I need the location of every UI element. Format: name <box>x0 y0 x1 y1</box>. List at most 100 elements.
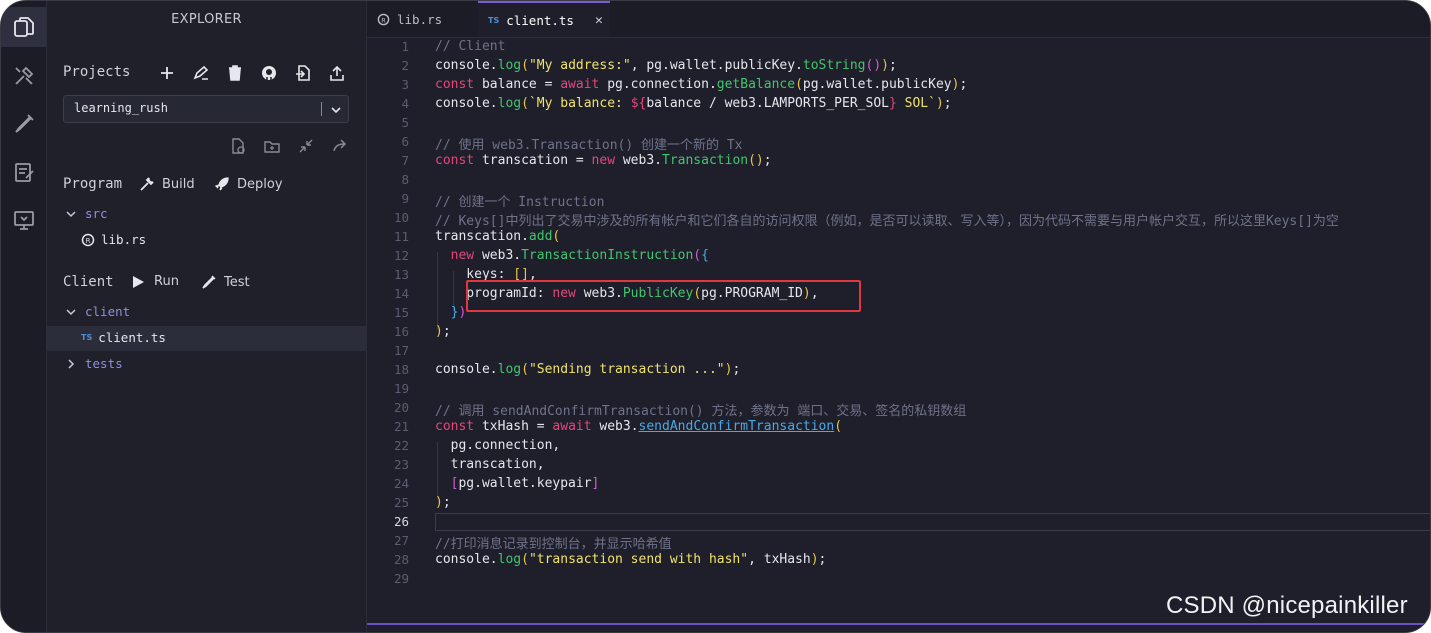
code-token: web3. <box>591 419 639 434</box>
code-token: ; <box>442 495 451 510</box>
code-token: ; <box>888 58 897 73</box>
presentation-icon[interactable] <box>1 200 46 240</box>
line-number: 2 <box>401 58 409 73</box>
code-line: ); <box>435 495 451 510</box>
code-token: ) <box>435 495 443 510</box>
line-number: 15 <box>393 305 409 320</box>
test-tube-icon <box>202 275 216 289</box>
chevron-down-icon[interactable] <box>330 104 342 116</box>
build-button[interactable]: Build <box>139 176 195 192</box>
code-token: ) <box>935 96 944 111</box>
run-button[interactable]: Run <box>131 274 179 289</box>
code-editor[interactable]: 1 2 3 4 5 6 7 8 9 10 11 12 13 14 15 16 17 18 19 20 21 22 23 24 2… <box>367 38 1430 623</box>
code-token: toString <box>802 58 866 73</box>
delete-project-icon[interactable] <box>226 64 244 82</box>
code-token: const <box>435 77 475 92</box>
line-number: 29 <box>393 571 409 586</box>
code-token: txHash = <box>474 419 553 434</box>
tutorials-icon[interactable] <box>1 152 46 192</box>
test-button[interactable]: Test <box>201 274 250 290</box>
code-line: // 调用 sendAndConfirmTransaction() 方法，参数为… <box>435 400 966 419</box>
code-token: //打印消息记录到控制台，并显示哈希值 <box>435 537 672 552</box>
close-icon[interactable]: ✕ <box>595 13 603 28</box>
line-number: 7 <box>401 153 409 168</box>
explorer-files-icon[interactable] <box>1 7 46 47</box>
line-number: 16 <box>393 324 409 339</box>
code-line: //打印消息记录到控制台，并显示哈希值 <box>435 533 672 552</box>
code-token: console. <box>435 362 498 377</box>
code-token: add <box>528 229 553 244</box>
code-token: ( <box>834 419 843 434</box>
program-label: Program <box>63 176 123 192</box>
code-token: ) <box>881 58 889 73</box>
project-select[interactable]: learning_rush <box>63 95 349 123</box>
build-tools-icon[interactable] <box>1 56 46 96</box>
tab-lib-rs-label: lib.rs <box>397 11 443 27</box>
code-token: new <box>591 153 616 168</box>
code-token: // 使用 web3.Transaction() 创建一个新的 Tx <box>435 138 743 153</box>
run-label: Run <box>154 274 179 289</box>
tree-file-client-ts-label: client.ts <box>98 330 166 345</box>
import-icon[interactable] <box>294 64 312 82</box>
tab-lib-rs[interactable]: R lib.rs <box>367 1 475 37</box>
code-token: ) <box>435 324 443 339</box>
tab-client-ts[interactable]: TS client.ts ✕ <box>478 1 610 37</box>
new-folder-icon[interactable] <box>263 137 281 155</box>
new-file-icon[interactable] <box>229 137 247 155</box>
line-number: 10 <box>393 210 409 225</box>
line-number: 18 <box>393 362 409 377</box>
code-token: // 调用 sendAndConfirmTransaction() 方法，参数为… <box>435 404 967 419</box>
code-token: log <box>497 362 522 377</box>
code-token: ( <box>521 58 529 73</box>
export-icon[interactable] <box>328 64 346 82</box>
code-line: // Client <box>435 39 505 54</box>
activity-bar <box>1 1 47 632</box>
code-token: log <box>497 96 522 111</box>
tree-file-client-ts[interactable]: TS client.ts <box>81 330 166 345</box>
code-token: "transaction send with hash" <box>528 552 749 567</box>
collapse-all-icon[interactable] <box>297 137 315 155</box>
line-number: 21 <box>393 419 409 434</box>
code-token: Transaction <box>662 153 749 168</box>
code-token: console. <box>435 58 498 73</box>
code-token: "My address:" <box>528 58 631 73</box>
rename-project-icon[interactable] <box>192 64 210 82</box>
code-token: ( <box>521 552 529 567</box>
code-token: ${ <box>630 96 647 111</box>
chevron-down-icon <box>66 308 76 315</box>
deploy-button[interactable]: Deploy <box>214 176 283 192</box>
projects-label: Projects <box>63 64 131 80</box>
code-line: pg.connection, <box>435 438 561 453</box>
code-line: // Keys[]中列出了交易中涉及的所有帐户和它们各自的访问权限（例如，是否可… <box>435 210 1339 229</box>
github-icon[interactable] <box>260 64 278 82</box>
rust-icon: R <box>81 233 95 246</box>
client-label: Client <box>63 274 114 290</box>
line-number: 22 <box>393 438 409 453</box>
tree-file-lib-rs[interactable]: R lib.rs <box>81 232 146 247</box>
line-number: 23 <box>393 457 409 472</box>
line-number: 19 <box>393 381 409 396</box>
add-project-icon[interactable] <box>158 64 176 82</box>
code-token: pg.wallet.keypair <box>458 476 592 491</box>
tree-folder-client[interactable]: client <box>65 304 130 319</box>
code-line: ); <box>435 324 451 339</box>
code-token: () <box>748 153 764 168</box>
share-icon[interactable] <box>331 137 349 155</box>
tree-folder-src-label: src <box>85 206 108 221</box>
tree-folder-src[interactable]: src <box>65 206 108 221</box>
explorer-title: EXPLORER <box>171 12 242 27</box>
code-token: ; <box>818 552 827 567</box>
code-token: console. <box>435 96 498 111</box>
build-label: Build <box>162 176 195 192</box>
code-line: }) <box>435 305 467 320</box>
code-token: // Keys[]中列出了交易中涉及的所有帐户和它们各自的访问权限（例如，是否可… <box>435 214 1339 229</box>
code-token: , pg.wallet.publicKey. <box>630 58 803 73</box>
code-token: balance / web3.LAMPORTS_PER_SOL <box>646 96 889 111</box>
test-tube-icon[interactable] <box>1 104 46 144</box>
play-icon <box>133 275 144 288</box>
svg-text:R: R <box>86 237 91 245</box>
tree-folder-tests[interactable]: tests <box>65 356 123 371</box>
rust-icon: R <box>377 13 390 25</box>
